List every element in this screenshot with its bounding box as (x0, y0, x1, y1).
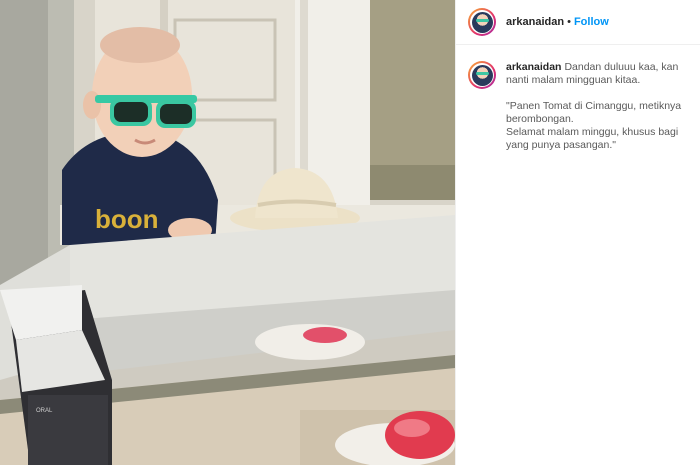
separator-dot: • (567, 16, 571, 28)
author-username[interactable]: arkanaidan (506, 16, 564, 28)
follow-button[interactable]: Follow (574, 16, 609, 28)
caption-avatar[interactable] (468, 61, 496, 89)
photo-scene: boon ORAL (0, 0, 455, 465)
post-photo[interactable]: boon ORAL (0, 0, 455, 465)
caption-body: arkanaidan Dandan duluuu kaa, kan nanti m… (506, 61, 686, 152)
caption-username[interactable]: arkanaidan (506, 61, 561, 73)
author-avatar[interactable] (468, 8, 496, 36)
shirt-print: boon (95, 204, 159, 234)
post-header: arkanaidan • Follow (456, 0, 700, 45)
box-label: ORAL (36, 408, 53, 414)
caption-comment: arkanaidan Dandan duluuu kaa, kan nanti m… (456, 45, 700, 152)
caption-quote-line-2: Selamat malam minggu, khusus bagi yang p… (506, 126, 679, 151)
post-side-panel: arkanaidan • Follow arkanaidan Dandan dul… (455, 0, 700, 465)
instagram-post: boon ORAL arkanaidan • Follow arkanaidan… (0, 0, 700, 465)
caption-quote-line-1: "Panen Tomat di Cimanggu, metiknya berom… (506, 100, 682, 125)
